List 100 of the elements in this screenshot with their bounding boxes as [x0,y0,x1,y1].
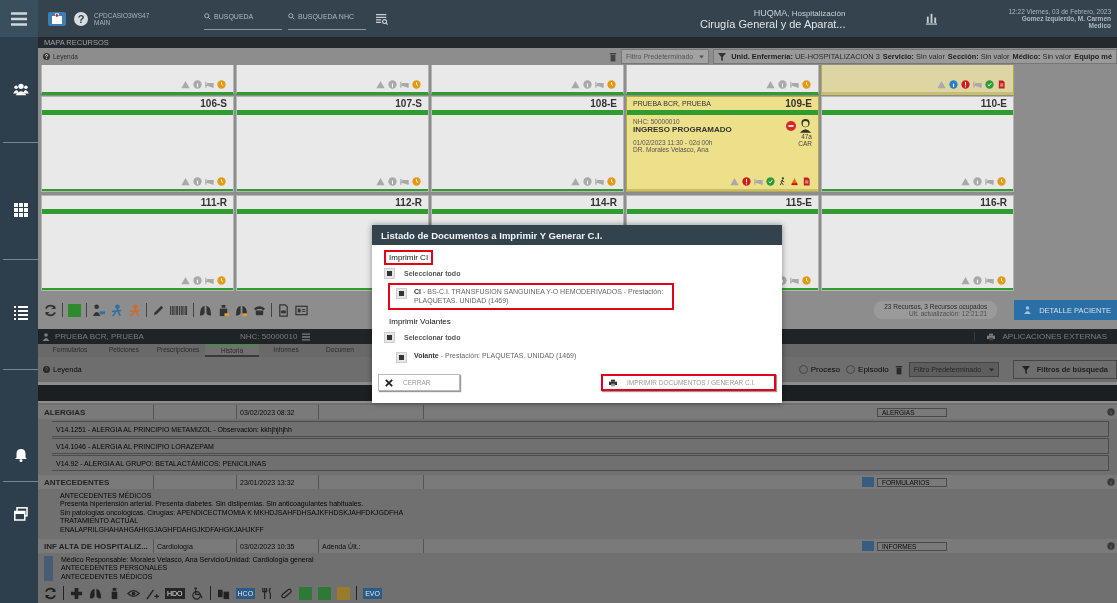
external-apps-button[interactable]: APLICACIONES EXTERNAS [973,332,1107,341]
room-number: 108-E [590,98,617,109]
list-icon[interactable] [12,306,29,320]
trash-icon[interactable] [608,51,617,62]
warning-icon [181,80,190,89]
info-icon [193,177,202,186]
hazard-icon [790,177,799,186]
filter-icon [718,52,727,61]
menu-icon[interactable] [302,332,311,341]
id-card-icon[interactable] [295,303,308,317]
bed-card[interactable]: 111-R [41,195,234,291]
warning-icon [937,80,946,89]
bed-icon [985,177,994,186]
grid-icon[interactable] [12,203,29,217]
alert-icon [961,80,970,89]
person-icon[interactable] [92,303,105,317]
warning-icon [961,177,970,186]
person-icon [42,332,50,341]
info-icon [949,80,958,89]
caret-icon [988,367,994,372]
room-number: 115-E [785,197,812,208]
help-icon [43,366,50,373]
bed-icon [205,80,214,89]
info-icon [193,80,202,89]
bed-card[interactable]: 116-R [821,195,1014,291]
search-icon [204,12,211,20]
bed-card[interactable]: 110-E [821,96,1014,192]
info-icon [193,276,202,285]
bed-card[interactable]: 106-S [41,96,234,192]
bed-card[interactable] [821,65,1014,95]
clock-icon [997,276,1006,285]
warning-icon [376,177,385,186]
room-number: 110-E [980,98,1007,109]
info-icon[interactable] [1107,478,1115,486]
bed-card[interactable] [626,65,819,95]
bed-card[interactable]: 107-S [236,96,429,192]
warning-icon [571,177,580,186]
warning-icon [376,80,385,89]
checkbox[interactable] [384,268,395,279]
bed-icon [400,80,409,89]
patient-name: PRUEBA BCR, PRUEBA [55,332,145,341]
clock-icon [607,80,616,89]
pill-icon[interactable] [280,586,294,600]
document-icon[interactable] [277,303,290,317]
service-name[interactable]: Cirugía General y de Aparat... [699,17,846,30]
new-badge-icon [862,477,874,487]
trash-icon[interactable] [894,364,903,375]
bed-icon [754,177,763,186]
checkbox[interactable] [384,332,395,343]
wheelchair-icon[interactable] [190,586,204,600]
clock-icon [997,177,1006,186]
info-icon[interactable] [1107,408,1115,416]
lungs-icon[interactable] [199,303,212,317]
bed-icon [973,80,982,89]
section-title: INF ALTA DE HOSPITALIZ... [43,541,149,551]
room-number: 114-R [590,197,617,208]
warning-icon [181,276,190,285]
checkbox[interactable] [396,288,407,299]
bed-card[interactable]: 108-E [431,96,624,192]
info-icon[interactable] [1107,542,1115,551]
walking-person-icon [778,177,787,186]
bed-card[interactable] [236,65,429,95]
barcode-icon[interactable] [170,303,188,317]
search-icon [288,12,295,20]
phone-icon[interactable] [253,303,266,317]
bed-icon [595,177,604,186]
bar-chart-icon[interactable] [925,12,939,25]
warning-icon [571,80,580,89]
clock-icon [412,177,421,186]
users-icon[interactable] [12,82,29,96]
checkbox[interactable] [396,352,407,363]
bed-icon [790,80,799,89]
warning-icon [730,177,739,186]
hospital-icon[interactable] [48,11,66,26]
pencil-icon[interactable] [152,303,165,317]
info-icon [583,177,592,186]
plus-icon[interactable] [70,586,83,600]
admission-status: INGRESO PROGRAMADO [633,125,733,134]
bottle-icon[interactable] [217,303,230,317]
search-list-icon[interactable] [376,12,388,25]
info-icon [973,276,982,285]
windows-icon[interactable] [12,507,29,521]
refresh-icon[interactable] [44,303,57,317]
lungs-icon[interactable] [89,586,102,600]
bed-card[interactable] [431,65,624,95]
info-icon [388,177,397,186]
status-icon [985,80,994,89]
radio-option[interactable]: Proceso [798,365,841,374]
refresh-icon[interactable] [44,586,57,600]
bed-card[interactable] [41,65,234,95]
warning-icon [766,80,775,89]
hospital-unit: HUQMA, Hospitalización [753,7,846,18]
room-number: 112-R [395,197,422,208]
dialog-title: Listado de Documentos a Imprimir Y Generar C.I. [372,225,782,245]
bed-icon [205,177,214,186]
avatar-icon [799,118,812,133]
radio-option[interactable]: Episodio [846,365,889,374]
help-button[interactable]: ? [74,11,88,26]
lungs-icon[interactable] [235,303,248,317]
close-icon [385,378,393,387]
